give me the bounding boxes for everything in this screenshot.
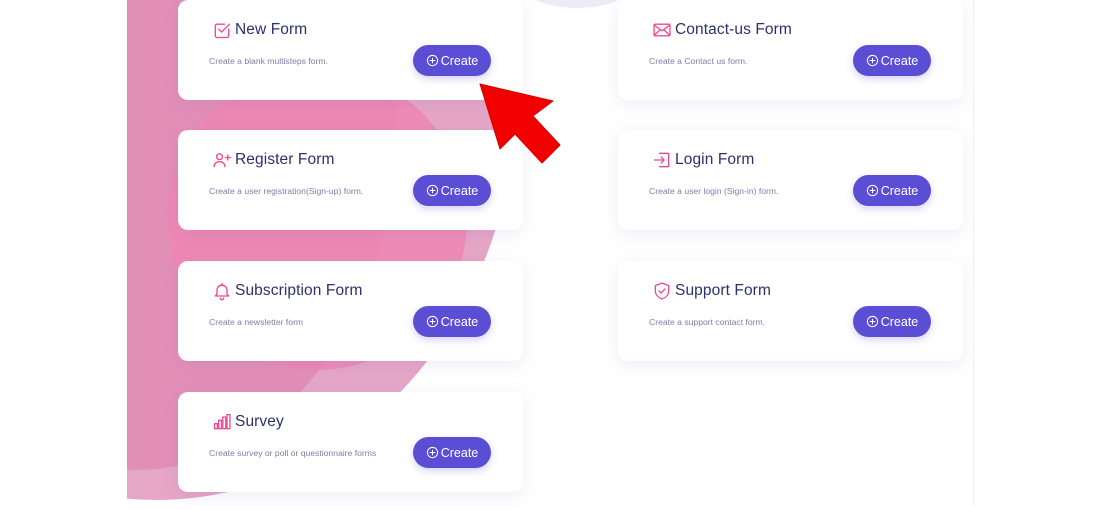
card-description: Create survey or poll or questionnaire f… [209,448,377,458]
card-title-text: Register Form [235,151,335,168]
create-login-form-button[interactable]: Create [853,175,931,206]
card-description: Create a user registration(Sign-up) form… [209,186,364,196]
card-title-text: Login Form [675,151,755,168]
card-description: Create a blank multisteps form. [209,56,328,66]
card-support-form: Support Form Create a support contact fo… [618,261,963,361]
background-blob [522,0,632,8]
create-subscription-form-button[interactable]: Create [413,306,491,337]
card-title: Survey [212,412,284,432]
plus-circle-icon [426,184,441,197]
plus-circle-icon [426,446,441,459]
plus-circle-icon [866,315,881,328]
card-subscription-form: Subscription Form Create a newsletter fo… [178,261,523,361]
create-support-form-button[interactable]: Create [853,306,931,337]
card-description: Create a newsletter form [209,317,304,327]
create-button-label: Create [440,53,479,68]
card-title: Contact-us Form [652,20,792,40]
shield-check-icon [652,281,675,301]
create-register-form-button[interactable]: Create [413,175,491,206]
create-button-label: Create [880,314,919,329]
create-button-label: Create [440,183,479,198]
plus-circle-icon [866,54,881,67]
bell-icon [212,281,235,301]
card-login-form: Login Form Create a user login (Sign-in)… [618,130,963,230]
check-square-icon [212,20,235,40]
create-button-label: Create [880,53,919,68]
card-description: Create a support contact form. [649,317,766,327]
card-title: Support Form [652,281,771,301]
bar-chart-icon [212,412,235,432]
mail-icon [652,20,675,40]
card-title: New Form [212,20,307,40]
annotation-arrow-icon [479,83,561,164]
create-new-form-button[interactable]: Create [413,45,491,76]
create-button-label: Create [440,314,479,329]
card-title: Subscription Form [212,281,362,301]
plus-circle-icon [426,54,441,67]
create-survey-button[interactable]: Create [413,437,491,468]
login-icon [652,150,675,170]
create-contact-us-form-button[interactable]: Create [853,45,931,76]
plus-circle-icon [426,315,441,328]
card-title-text: Subscription Form [235,282,363,299]
card-title-text: Survey [235,413,284,430]
card-title-text: Support Form [675,282,771,299]
create-button-label: Create [880,183,919,198]
user-plus-icon [212,150,235,170]
plus-circle-icon [866,184,881,197]
card-title: Register Form [212,150,334,170]
card-contact-us-form: Contact-us Form Create a Contact us form… [618,0,963,100]
card-title-text: New Form [235,21,308,38]
card-description: Create a Contact us form. [649,56,748,66]
card-title: Login Form [652,150,754,170]
card-description: Create a user login (Sign-in) form. [649,186,779,196]
create-button-label: Create [440,445,479,460]
card-title-text: Contact-us Form [675,21,792,38]
card-survey: Survey Create survey or poll or question… [178,392,523,492]
